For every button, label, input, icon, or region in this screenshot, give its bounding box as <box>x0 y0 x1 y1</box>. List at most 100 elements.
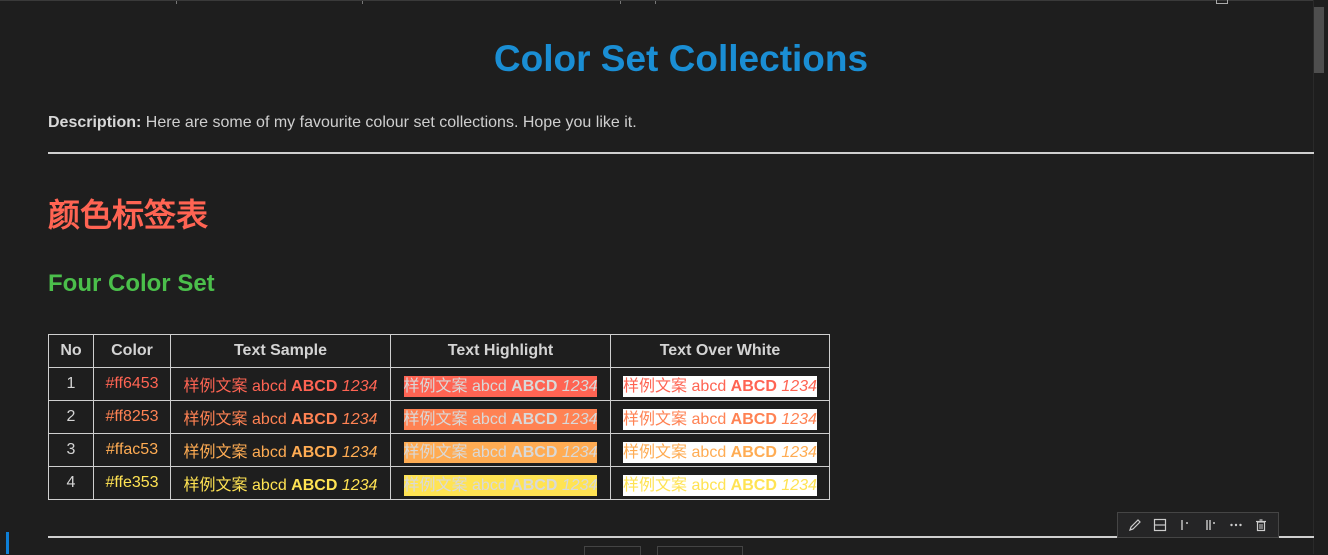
cell-focus-indicator <box>6 532 9 554</box>
page-title: Color Set Collections <box>493 38 869 79</box>
sample-lower: abcd <box>691 477 727 494</box>
sample-upper: ABCD <box>511 477 558 494</box>
sample-upper: ABCD <box>730 378 777 395</box>
split-cell-icon[interactable] <box>1151 516 1169 534</box>
scrollbar-thumb[interactable] <box>1314 7 1324 73</box>
color-hex: #ffe353 <box>93 466 171 500</box>
table-row: 3 #ffac53 样例文案 abcd ABCD 1234 样例文案 abcd ABC… <box>48 433 830 467</box>
text-over-white-cell: 样例文案 abcd ABCD 1234 <box>610 400 830 434</box>
sample-upper: ABCD <box>291 477 338 494</box>
sample-cn: 样例文案 <box>623 477 688 494</box>
table-row: 1 #ff6453 样例文案 abcd ABCD 1234 样例文案 abcd ABC… <box>48 367 830 401</box>
sample-digits: 1234 <box>341 477 378 494</box>
text-sample: 样例文案 abcd ABCD 1234 <box>184 442 378 463</box>
vertical-scrollbar[interactable] <box>1313 0 1328 554</box>
pencil-icon[interactable] <box>1126 516 1144 534</box>
text-sample: 样例文案 abcd ABCD 1234 <box>184 475 378 496</box>
header-text-sample: Text Sample <box>170 334 391 368</box>
more-icon[interactable] <box>1227 516 1245 534</box>
text-over-white: 样例文案 abcd ABCD 1234 <box>623 409 817 430</box>
text-highlight: 样例文案 abcd ABCD 1234 <box>403 409 598 430</box>
row-number: 2 <box>48 400 94 434</box>
text-sample-cell: 样例文案 abcd ABCD 1234 <box>170 400 391 434</box>
tab-divider <box>655 1 656 4</box>
sample-cn: 样例文案 <box>183 411 248 428</box>
sample-lower: abcd <box>252 378 287 395</box>
sample-upper: ABCD <box>511 378 558 395</box>
sample-upper: ABCD <box>730 411 777 428</box>
color-hex: #ff8253 <box>93 400 171 434</box>
header-no: No <box>48 334 94 368</box>
delete-icon[interactable] <box>1252 516 1270 534</box>
text-highlight: 样例文案 abcd ABCD 1234 <box>403 442 598 463</box>
sample-upper: ABCD <box>730 444 777 461</box>
text-highlight-cell: 样例文案 abcd ABCD 1234 <box>390 433 611 467</box>
sample-digits: 1234 <box>781 378 817 395</box>
sample-lower: abcd <box>252 411 287 428</box>
text-over-white-cell: 样例文案 abcd ABCD 1234 <box>610 433 830 467</box>
text-over-white: 样例文案 abcd ABCD 1234 <box>623 442 817 463</box>
sample-cn: 样例文案 <box>183 378 248 395</box>
sample-lower: abcd <box>691 444 727 461</box>
window-icon[interactable] <box>1216 0 1228 4</box>
sample-cn: 样例文案 <box>623 444 688 461</box>
text-highlight: 样例文案 abcd ABCD 1234 <box>403 475 598 496</box>
tab-divider <box>620 1 621 4</box>
row-number: 4 <box>48 466 94 500</box>
sample-lower: abcd <box>252 477 287 494</box>
tab-divider <box>362 1 363 4</box>
sample-lower: abcd <box>472 477 507 494</box>
text-over-white: 样例文案 abcd ABCD 1234 <box>623 475 817 496</box>
sample-digits: 1234 <box>561 378 598 395</box>
sample-lower: abcd <box>472 411 507 428</box>
sample-lower: abcd <box>472 378 507 395</box>
table-row: 4 #ffe353 样例文案 abcd ABCD 1234 样例文案 abcd ABC… <box>48 466 830 500</box>
heading-color-tags: 颜色标签表 <box>48 196 209 234</box>
sample-cn: 样例文案 <box>183 477 248 494</box>
sample-upper: ABCD <box>511 444 558 461</box>
color-table: No Color Text Sample Text Highlight Text… <box>48 334 830 500</box>
sample-digits: 1234 <box>341 411 378 428</box>
sample-cn: 样例文案 <box>183 444 248 461</box>
header-color: Color <box>93 334 171 368</box>
text-highlight: 样例文案 abcd ABCD 1234 <box>403 376 598 397</box>
sample-digits: 1234 <box>561 411 598 428</box>
color-hex: #ff6453 <box>93 367 171 401</box>
sample-lower: abcd <box>252 444 287 461</box>
text-highlight-cell: 样例文案 abcd ABCD 1234 <box>390 367 611 401</box>
sample-digits: 1234 <box>561 444 598 461</box>
sample-cn: 样例文案 <box>623 378 688 395</box>
sample-digits: 1234 <box>781 411 817 428</box>
text-over-white-cell: 样例文案 abcd ABCD 1234 <box>610 466 830 500</box>
sample-upper: ABCD <box>291 378 338 395</box>
sample-digits: 1234 <box>781 444 817 461</box>
sample-upper: ABCD <box>291 411 338 428</box>
sample-cn: 样例文案 <box>403 378 468 395</box>
text-sample-cell: 样例文案 abcd ABCD 1234 <box>170 367 391 401</box>
row-number: 3 <box>48 433 94 467</box>
text-sample: 样例文案 abcd ABCD 1234 <box>184 376 378 397</box>
sample-digits: 1234 <box>781 477 817 494</box>
heading-four-color-set: Four Color Set <box>48 270 215 297</box>
text-over-white-cell: 样例文案 abcd ABCD 1234 <box>610 367 830 401</box>
header-text-over-white: Text Over White <box>610 334 830 368</box>
sample-cn: 样例文案 <box>403 477 468 494</box>
sample-upper: ABCD <box>730 477 777 494</box>
tab-divider <box>176 1 177 4</box>
row-number: 1 <box>48 367 94 401</box>
run-above-icon[interactable] <box>1176 516 1194 534</box>
sample-cn: 样例文案 <box>623 411 688 428</box>
text-sample-cell: 样例文案 abcd ABCD 1234 <box>170 466 391 500</box>
sample-digits: 1234 <box>341 444 378 461</box>
sample-upper: ABCD <box>291 444 338 461</box>
description-text: Here are some of my favourite colour set… <box>141 114 637 131</box>
top-edge <box>0 0 1328 4</box>
table-row: 2 #ff8253 样例文案 abcd ABCD 1234 样例文案 abcd ABC… <box>48 400 830 434</box>
sample-upper: ABCD <box>511 411 558 428</box>
text-highlight-cell: 样例文案 abcd ABCD 1234 <box>390 400 611 434</box>
text-highlight-cell: 样例文案 abcd ABCD 1234 <box>390 466 611 500</box>
description: Description: Here are some of my favouri… <box>48 114 637 132</box>
sample-digits: 1234 <box>561 477 598 494</box>
sample-cn: 样例文案 <box>403 444 468 461</box>
run-below-icon[interactable] <box>1202 516 1220 534</box>
